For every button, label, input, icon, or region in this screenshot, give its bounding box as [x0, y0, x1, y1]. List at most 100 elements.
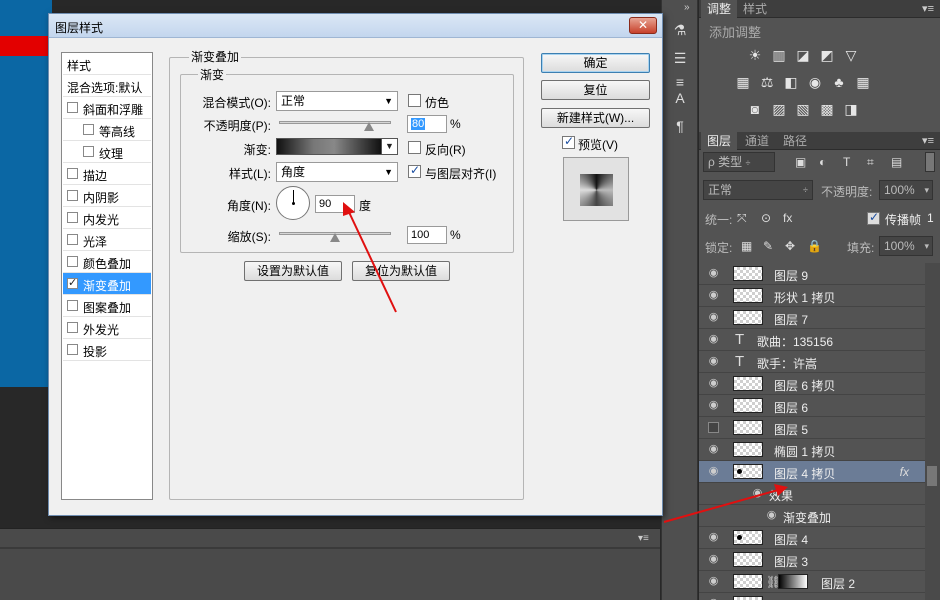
- layer-row[interactable]: 图层 5: [699, 417, 925, 439]
- dialog-titlebar[interactable]: 图层样式 ✕: [49, 14, 662, 38]
- style-checkbox[interactable]: [67, 256, 78, 267]
- filter-pixel-icon[interactable]: ▣: [795, 155, 806, 169]
- color-balance-icon[interactable]: ⚖: [759, 75, 775, 89]
- tab-paths[interactable]: 路径: [777, 132, 813, 150]
- preview-checkbox[interactable]: [562, 134, 575, 149]
- layer-mask-thumbnail[interactable]: [778, 574, 808, 589]
- style-list-item[interactable]: 内阴影: [63, 185, 151, 207]
- style-checkbox[interactable]: [67, 300, 78, 311]
- make-default-button[interactable]: 设置为默认值: [244, 261, 342, 281]
- eye-icon[interactable]: ◉: [707, 268, 720, 279]
- layers-scrollbar[interactable]: [925, 263, 940, 600]
- lock-transparent-icon[interactable]: ▦: [741, 239, 752, 253]
- style-checkbox[interactable]: [67, 344, 78, 355]
- filter-adjustment-icon[interactable]: ◐: [819, 155, 826, 169]
- close-button[interactable]: ✕: [629, 17, 657, 34]
- unify-visibility-icon[interactable]: ⊙: [761, 211, 771, 225]
- eye-icon[interactable]: ◉: [707, 444, 720, 455]
- reverse-checkbox[interactable]: [408, 141, 421, 154]
- filter-shape-icon[interactable]: ⌗: [867, 155, 874, 170]
- filter-toggle[interactable]: [925, 152, 935, 172]
- fx-icon[interactable]: fx: [900, 465, 909, 479]
- style-list-item[interactable]: 内发光: [63, 207, 151, 229]
- eye-icon[interactable]: ◉: [707, 400, 720, 411]
- style-checkbox[interactable]: [67, 234, 78, 245]
- opacity-slider-thumb[interactable]: [363, 122, 374, 131]
- reset-button[interactable]: 复位: [541, 80, 650, 100]
- opacity-field[interactable]: 100% ▾: [879, 180, 933, 200]
- posterize-icon[interactable]: ▨: [771, 102, 787, 116]
- brightness-icon[interactable]: ☀: [747, 48, 763, 62]
- eye-icon[interactable]: ◉: [707, 378, 720, 389]
- paragraph-icon[interactable]: ¶: [669, 116, 691, 136]
- layer-row[interactable]: ◉图层 1: [699, 593, 925, 600]
- blend-mode-select[interactable]: 正常 ÷: [703, 180, 813, 200]
- eye-icon[interactable]: ◉: [707, 554, 720, 565]
- channel-mixer-icon[interactable]: ♣: [831, 75, 847, 89]
- eye-icon[interactable]: ◉: [707, 334, 720, 345]
- layer-row[interactable]: ◉ T 歌手：许嵩: [699, 351, 925, 373]
- eye-icon[interactable]: ◉: [707, 576, 720, 587]
- layer-row[interactable]: ◉ 图层 7: [699, 307, 925, 329]
- invert-icon[interactable]: ◙: [747, 102, 763, 116]
- style-list-item[interactable]: 图案叠加: [63, 295, 151, 317]
- lock-paint-icon[interactable]: ✎: [763, 239, 773, 253]
- layer-row[interactable]: ◉ T 歌曲：135156: [699, 329, 925, 351]
- tab-layers[interactable]: 图层: [701, 132, 738, 150]
- angle-input[interactable]: 90: [315, 195, 355, 213]
- angle-dial[interactable]: [276, 186, 310, 220]
- layer-filter-select[interactable]: ρ 类型 ÷: [703, 152, 775, 172]
- black-white-icon[interactable]: ◧: [783, 75, 799, 89]
- style-list-item[interactable]: 斜面和浮雕: [63, 97, 151, 119]
- gradient-style-select[interactable]: 角度 ▼: [276, 162, 398, 182]
- levels-icon[interactable]: ▥: [771, 48, 787, 62]
- style-checkbox[interactable]: [67, 168, 78, 179]
- panel-menu-icon[interactable]: ▾≡: [922, 2, 934, 15]
- eye-icon[interactable]: ◉: [765, 510, 778, 521]
- history-icon[interactable]: ⚗: [669, 20, 691, 40]
- filter-type-icon[interactable]: T: [843, 155, 850, 169]
- curves-icon[interactable]: ◪: [795, 48, 811, 62]
- style-list-item[interactable]: 样式: [63, 53, 151, 75]
- style-list-item[interactable]: 混合选项:默认: [63, 75, 151, 97]
- opacity-input[interactable]: 80: [407, 115, 447, 133]
- eye-icon[interactable]: ◉: [707, 466, 720, 477]
- style-list-item[interactable]: 描边: [63, 163, 151, 185]
- layer-row[interactable]: ◉ 图层 9: [699, 263, 925, 285]
- style-checkbox[interactable]: [67, 212, 78, 223]
- layers-scrollbar-thumb[interactable]: [927, 466, 937, 486]
- eye-icon[interactable]: ◉: [707, 312, 720, 323]
- style-checkbox[interactable]: [67, 276, 78, 289]
- style-list-item[interactable]: 外发光: [63, 317, 151, 339]
- style-list-item[interactable]: 光泽: [63, 229, 151, 251]
- new-style-button[interactable]: 新建样式(W)...: [541, 108, 650, 128]
- eye-icon[interactable]: ◉: [707, 532, 720, 543]
- layer-row[interactable]: ◉ 图层 3: [699, 549, 925, 571]
- lock-move-icon[interactable]: ✥: [785, 239, 795, 253]
- collapse-icon[interactable]: »: [684, 2, 690, 13]
- chevron-down-icon[interactable]: ▼: [382, 138, 398, 155]
- layer-row[interactable]: ◉ 形状 1 拷贝: [699, 285, 925, 307]
- document-canvas[interactable]: [0, 0, 52, 387]
- style-list-item[interactable]: 渐变叠加: [63, 273, 151, 295]
- style-checkbox[interactable]: [83, 146, 94, 157]
- eye-icon[interactable]: ◉: [707, 356, 720, 367]
- eye-icon[interactable]: ◉: [751, 488, 764, 499]
- scale-slider-thumb[interactable]: [330, 233, 340, 242]
- layer-row[interactable]: ◉ 图层 6 拷贝: [699, 373, 925, 395]
- tab-styles[interactable]: 样式: [737, 0, 773, 18]
- tab-adjustments[interactable]: 调整: [701, 0, 738, 18]
- panel-menu-icon[interactable]: ▾≡: [922, 134, 934, 147]
- ok-button[interactable]: 确定: [541, 53, 650, 73]
- photo-filter-icon[interactable]: ◉: [807, 75, 823, 89]
- hue-saturation-icon[interactable]: ▦: [735, 75, 751, 89]
- vibrance-icon[interactable]: ▽: [843, 48, 859, 62]
- filter-smart-icon[interactable]: ▤: [891, 155, 902, 169]
- character-icon[interactable]: A: [669, 88, 691, 108]
- layer-row[interactable]: ◉ 图层 4: [699, 527, 925, 549]
- layer-row[interactable]: ◉ ⛓ 图层 2: [699, 571, 925, 593]
- style-checkbox[interactable]: [67, 102, 78, 113]
- properties-icon[interactable]: ☰: [669, 48, 691, 68]
- layer-row[interactable]: ◉ 渐变叠加: [699, 505, 925, 527]
- style-checkbox[interactable]: [67, 190, 78, 201]
